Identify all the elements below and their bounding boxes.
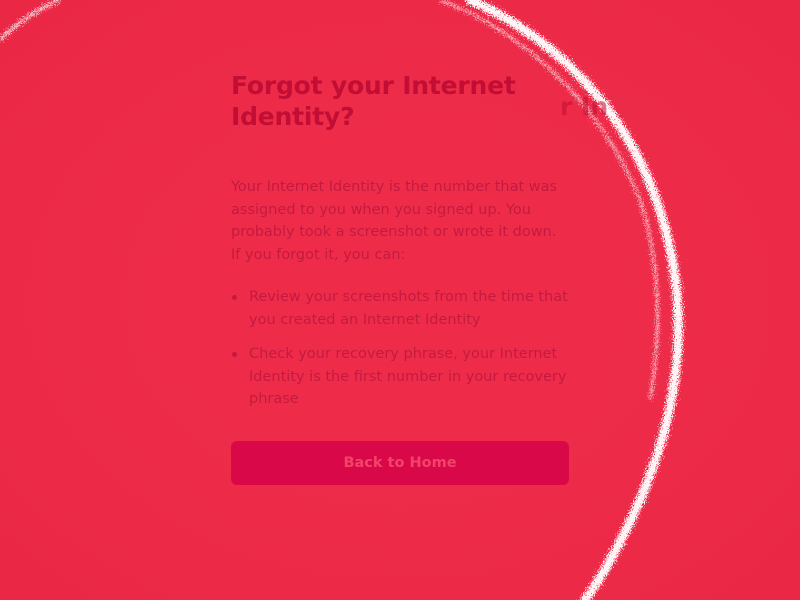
tip-item-screenshots: Review your screenshots from the time th… <box>231 286 569 331</box>
tip-text: Check your recovery phrase, your Interne… <box>249 346 567 407</box>
tips-list: Review your screenshots from the time th… <box>231 286 569 411</box>
description-text: Your Internet Identity is the number tha… <box>231 179 558 263</box>
page-title: Forgot your Internet Identity? <box>231 71 516 131</box>
tip-text: Review your screenshots from the time th… <box>249 289 568 328</box>
back-to-home-button[interactable]: Back to Home <box>231 440 569 485</box>
bullet-icon <box>232 295 237 300</box>
forgot-identity-card: Forgot your Internet Identity? Your Inte… <box>231 70 569 485</box>
bullet-icon <box>232 352 237 357</box>
tip-item-recovery-phrase: Check your recovery phrase, your Interne… <box>231 343 569 411</box>
